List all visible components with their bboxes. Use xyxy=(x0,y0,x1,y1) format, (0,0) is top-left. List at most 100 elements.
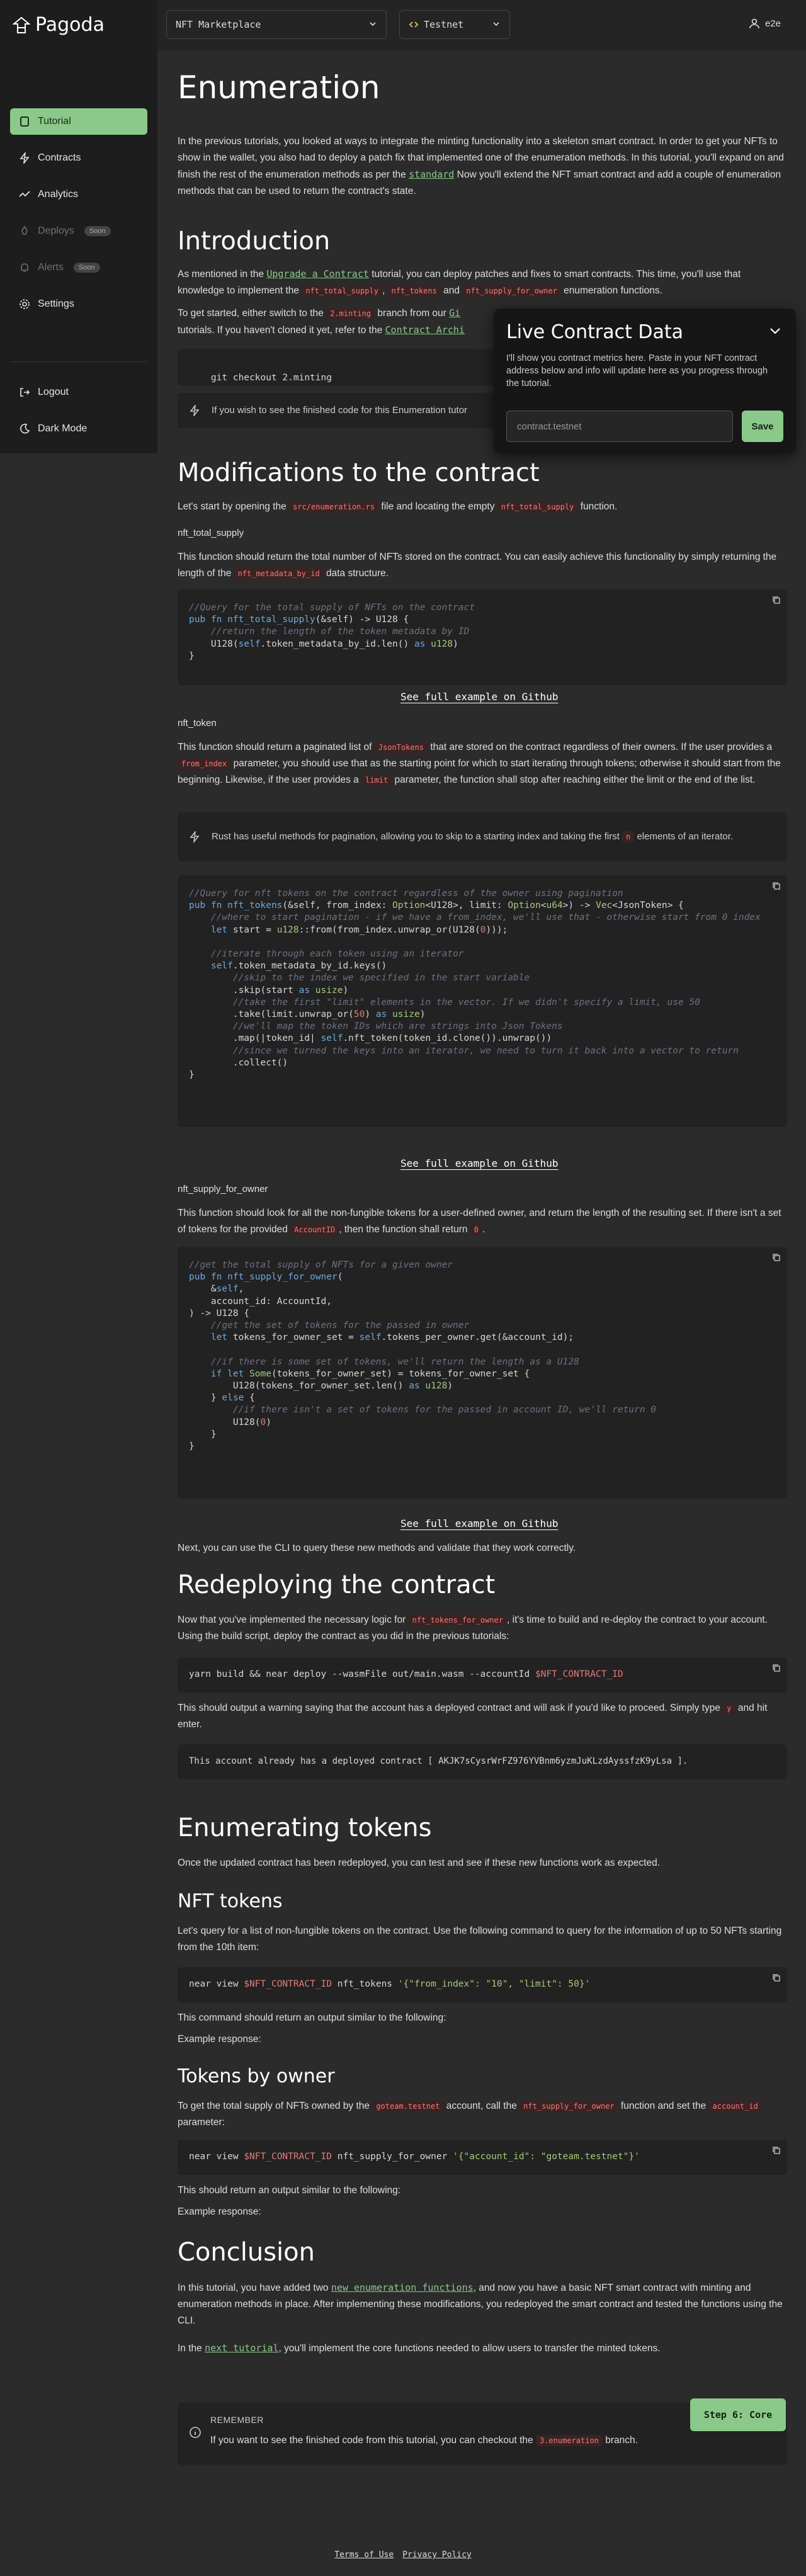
soon-badge: Soon xyxy=(73,263,100,273)
text: tutorials. If you haven't cloned it yet,… xyxy=(178,325,383,336)
copy-icon[interactable] xyxy=(772,882,781,890)
code-line: //take the first "limit" elements in the… xyxy=(189,997,700,1007)
moon-icon xyxy=(20,423,30,434)
code-string: '{"account_id": "goteam.testnet"}' xyxy=(453,2152,640,2162)
supply-for-owner-label: nft_supply_for_owner xyxy=(178,1184,268,1194)
copy-icon[interactable] xyxy=(772,2146,781,2155)
enumeration-functions-link[interactable]: new enumeration functions xyxy=(331,2282,474,2293)
chevron-down-icon[interactable] xyxy=(768,324,782,338)
save-button[interactable]: Save xyxy=(742,411,783,442)
upgrade-contract-link[interactable]: Upgrade a Contract xyxy=(266,268,369,280)
inline-code: nft_tokens xyxy=(387,285,441,297)
page-title: Enumeration xyxy=(178,69,380,106)
panel-text: I'll show you contract metrics here. Pas… xyxy=(506,353,768,389)
alerts-icon xyxy=(21,263,28,272)
code-text: yarn build && near deploy --wasmFile out… xyxy=(189,1669,535,1679)
contract-address-input[interactable]: contract.testnet xyxy=(506,411,733,442)
introduction-heading: Introduction xyxy=(178,227,331,256)
modifications-heading: Modifications to the contract xyxy=(178,458,540,487)
code-line: //skip to the index we specified in the … xyxy=(189,973,530,984)
settings-icon xyxy=(20,299,30,309)
code-string: '{"from_index": "10", "limit": 50}' xyxy=(397,1979,591,1989)
code-text: near view xyxy=(189,1979,244,1989)
text: branch from our xyxy=(377,308,446,319)
inline-code: goteam.testnet xyxy=(372,2101,444,2112)
text: As mentioned in the xyxy=(178,269,264,280)
copy-icon[interactable] xyxy=(772,596,781,604)
sidebar-item-tutorial[interactable]: Tutorial xyxy=(10,108,147,135)
contract-architecture-link[interactable]: Contract Archi xyxy=(385,324,465,336)
code-line: //get the set of tokens for the passed i… xyxy=(189,1320,470,1331)
inline-code: limit xyxy=(361,775,392,786)
inline-code: src/enumeration.rs xyxy=(289,501,379,513)
copy-icon[interactable] xyxy=(772,1664,781,1672)
code-line: //get the total supply of NFTs for a giv… xyxy=(189,1260,453,1270)
example-response-label: Example response: xyxy=(178,2034,261,2045)
nft-tokens-label: nft_token xyxy=(178,718,217,729)
text: data structure. xyxy=(326,568,389,579)
inline-code: account_id xyxy=(708,2101,762,2112)
note-text: Rust has useful methods for pagination, … xyxy=(212,829,733,844)
project-select-value: NFT Marketplace xyxy=(176,19,261,30)
dark-mode-toggle[interactable]: Dark Mode xyxy=(10,416,147,442)
standard-link[interactable]: standard xyxy=(409,169,454,180)
inline-code: AccountID xyxy=(290,1224,339,1235)
view-owner-code-block: near view $NFT_CONTRACT_ID nft_supply_fo… xyxy=(178,2140,787,2175)
text: Rust has useful methods for pagination, … xyxy=(212,831,620,842)
conclusion-paragraph: In this tutorial, you have added two new… xyxy=(178,2279,787,2329)
text: enumeration functions. xyxy=(564,285,662,296)
pagoda-logo[interactable]: Pagoda xyxy=(13,14,105,36)
text: elements of an iterator. xyxy=(637,831,734,842)
analytics-icon xyxy=(19,191,30,197)
sidebar-item-contracts[interactable]: Contracts xyxy=(10,145,147,171)
terms-link[interactable]: Terms of Use xyxy=(334,2550,394,2560)
code-line: //return the length of the token metadat… xyxy=(189,627,470,637)
logout-label: Logout xyxy=(38,387,69,397)
text: To get the total supply of NFTs owned by… xyxy=(178,2101,370,2111)
github-example-link[interactable]: See full example on Github xyxy=(400,691,558,703)
github-example-link[interactable]: See full example on Github xyxy=(400,1518,558,1529)
next-tutorial-link[interactable]: next tutorial xyxy=(205,2342,278,2354)
supply-for-owner-code-block: //get the total supply of NFTs for a giv… xyxy=(178,1247,787,1499)
view-tokens-code-block: near view $NFT_CONTRACT_ID nft_tokens '{… xyxy=(178,1967,787,2002)
code-line: //we'll map the token IDs which are stri… xyxy=(189,1021,563,1032)
github-example-link[interactable]: See full example on Github xyxy=(400,1157,558,1169)
inline-code: nft_supply_for_owner xyxy=(519,2101,618,2112)
code-line: //since we turned the keys into an itera… xyxy=(189,1045,739,1056)
inline-code: nft_metadata_by_id xyxy=(234,568,324,579)
sidebar-item-analytics[interactable]: Analytics xyxy=(10,181,147,208)
sidebar-item-label: Alerts xyxy=(38,262,64,273)
logo-text: Pagoda xyxy=(35,14,105,36)
code-var: $NFT_CONTRACT_ID xyxy=(244,1979,332,1989)
sidebar-item-settings[interactable]: Settings xyxy=(10,291,147,317)
user-icon xyxy=(749,18,759,29)
text: This should output a warning saying that… xyxy=(178,1703,720,1713)
project-select[interactable]: NFT Marketplace xyxy=(166,10,387,39)
footer: Terms of Use Privacy Policy xyxy=(0,2550,806,2560)
privacy-link[interactable]: Privacy Policy xyxy=(402,2550,472,2560)
sidebar-item-label: Deploys xyxy=(38,225,74,236)
text: account, call the xyxy=(446,2101,517,2111)
text: parameter: xyxy=(178,2117,225,2128)
topbar: NFT Marketplace Testnet e2e xyxy=(157,0,806,50)
user-menu[interactable]: e2e xyxy=(749,18,781,29)
chevron-down-icon xyxy=(493,22,499,26)
text: that are stored on the contract regardle… xyxy=(430,742,773,752)
code-line: ) -> U128 { xyxy=(189,1308,250,1319)
text: , then the function shall return xyxy=(339,1224,468,1235)
network-select-value: Testnet xyxy=(424,19,464,30)
text: function and set the xyxy=(620,2101,707,2111)
next-step-button[interactable]: Step 6: Core xyxy=(690,2398,786,2431)
text: If you want to see the finished code fro… xyxy=(210,2435,533,2446)
github-link[interactable]: Gi xyxy=(449,307,460,319)
tokens-by-owner-heading: Tokens by owner xyxy=(178,2065,335,2087)
code-text: nft_tokens xyxy=(332,1979,398,1989)
enumerating-heading: Enumerating tokens xyxy=(178,1813,432,1842)
contracts-icon xyxy=(20,152,30,164)
copy-icon[interactable] xyxy=(772,1973,781,1982)
network-select[interactable]: Testnet xyxy=(399,10,510,39)
logout-button[interactable]: Logout xyxy=(10,379,147,406)
copy-icon[interactable] xyxy=(772,1253,781,1262)
next-tutorial-paragraph: In the next tutorial, you'll implement t… xyxy=(178,2340,787,2357)
deploys-icon xyxy=(21,225,28,235)
